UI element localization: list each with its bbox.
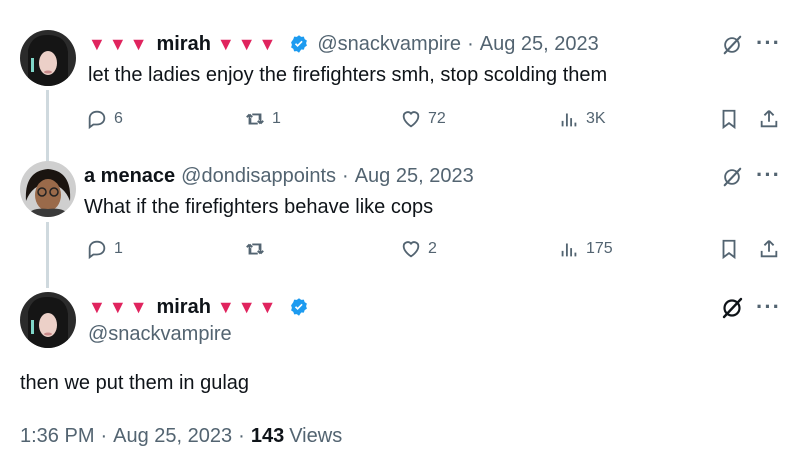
reply-icon — [88, 240, 106, 260]
avatar-a-menace[interactable] — [20, 161, 76, 217]
display-name[interactable]: a menace — [84, 164, 175, 188]
more-icon[interactable]: ··· — [756, 162, 781, 188]
separator: · — [342, 165, 349, 187]
time[interactable]: 1:36 PM — [20, 424, 94, 448]
reply-count: 6 — [114, 110, 123, 127]
retweet-icon — [246, 113, 264, 125]
hearts-decoration: ▼▼▼ — [88, 34, 151, 54]
views-count: 3K — [586, 110, 606, 127]
hearts-decoration: ▼▼▼ — [216, 297, 280, 317]
grok-icon[interactable] — [720, 165, 744, 189]
tweet-header: ▼▼▼ mirah ▼▼▼ @snackvampire · Aug 25, 20… — [88, 32, 599, 56]
heart-icon — [402, 241, 420, 258]
like-button[interactable]: 72 — [400, 108, 446, 130]
avatar-mirah[interactable] — [20, 292, 76, 348]
hearts-decoration: ▼▼▼ — [88, 297, 151, 317]
reply-button[interactable]: 6 — [86, 108, 123, 130]
views-button[interactable]: 3K — [558, 108, 606, 130]
separator: · — [100, 425, 108, 447]
retweet-button[interactable]: 1 — [244, 108, 281, 130]
like-button[interactable]: 2 — [400, 238, 437, 260]
tweet-meta: 1:36 PM · Aug 25, 2023 · 143 Views — [20, 424, 342, 448]
hearts-decoration: ▼▼▼ — [216, 34, 280, 54]
retweet-icon — [246, 243, 264, 255]
separator: · — [238, 425, 245, 447]
retweet-button[interactable] — [244, 238, 272, 260]
more-icon[interactable]: ··· — [756, 30, 781, 56]
share-icon[interactable] — [757, 237, 781, 261]
grok-icon[interactable] — [720, 33, 744, 57]
like-count: 72 — [428, 110, 446, 127]
tweet-text: What if the firefighters behave like cop… — [84, 196, 434, 218]
verified-badge-icon — [289, 297, 309, 317]
bookmark-icon[interactable] — [717, 107, 741, 131]
display-name[interactable]: mirah — [156, 295, 210, 319]
reply-icon — [88, 110, 106, 130]
thread-line — [46, 222, 49, 288]
handle[interactable]: @dondisappoints — [181, 164, 336, 188]
timestamp[interactable]: Aug 25, 2023 — [355, 164, 474, 188]
separator: · — [467, 33, 474, 55]
tweet-text: let the ladies enjoy the firefighters sm… — [88, 64, 608, 86]
handle[interactable]: @snackvampire — [317, 32, 461, 56]
thread-line — [46, 90, 49, 162]
tweet-header: a menace @dondisappoints · Aug 25, 2023 — [84, 164, 474, 188]
verified-badge-icon — [289, 34, 309, 54]
display-name[interactable]: mirah — [156, 32, 210, 56]
reply-button[interactable]: 1 — [86, 238, 123, 260]
more-icon[interactable]: ··· — [756, 294, 781, 320]
like-count: 2 — [428, 240, 437, 257]
views-count: 143 — [250, 425, 285, 447]
avatar-mirah[interactable] — [20, 30, 76, 86]
grok-icon[interactable] — [720, 296, 744, 320]
reply-count: 1 — [114, 240, 123, 257]
tweet-text: then we put them in gulag — [20, 372, 250, 394]
retweet-count: 1 — [272, 110, 281, 127]
handle[interactable]: @snackvampire — [88, 322, 232, 346]
views-count: 175 — [586, 240, 613, 257]
views-icon — [561, 243, 577, 257]
share-icon[interactable] — [757, 107, 781, 131]
timestamp[interactable]: Aug 25, 2023 — [480, 32, 599, 56]
views-label: Views — [289, 425, 343, 447]
bookmark-icon[interactable] — [717, 237, 741, 261]
date[interactable]: Aug 25, 2023 — [113, 424, 232, 448]
views-button[interactable]: 175 — [558, 238, 613, 260]
views-icon — [561, 113, 577, 127]
heart-icon — [402, 111, 420, 128]
tweet-header: ▼▼▼ mirah ▼▼▼ — [88, 295, 317, 319]
